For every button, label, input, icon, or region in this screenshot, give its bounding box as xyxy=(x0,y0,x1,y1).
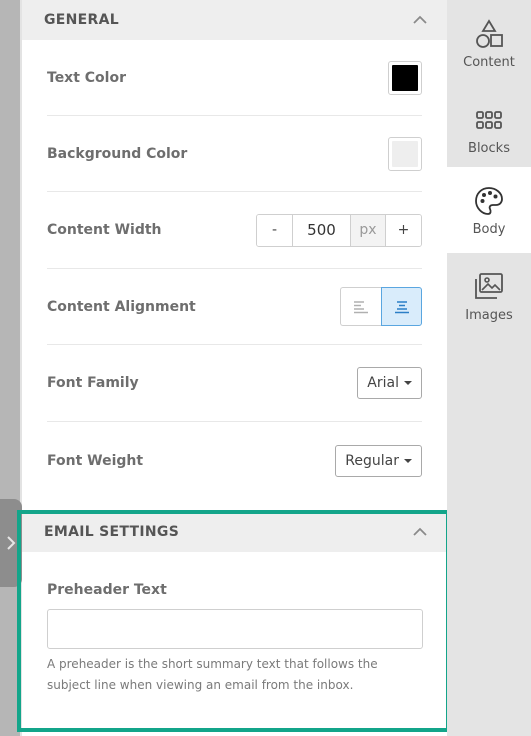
sidebar-item-label: Content xyxy=(463,54,515,70)
canvas-edge xyxy=(0,0,22,736)
content-width-unit: px xyxy=(351,214,386,246)
sidebar-item-body[interactable]: Body xyxy=(447,167,531,253)
preheader-text-label: Preheader Text xyxy=(47,582,167,598)
align-left-icon xyxy=(354,300,368,313)
content-width-stepper: - 500 px + xyxy=(256,213,422,247)
text-color-label: Text Color xyxy=(47,69,126,86)
general-section-header[interactable]: GENERAL xyxy=(22,0,447,40)
text-color-swatch[interactable] xyxy=(388,60,422,95)
general-section-title: GENERAL xyxy=(44,12,119,28)
chevron-up-icon[interactable] xyxy=(413,527,427,537)
font-weight-dropdown[interactable]: Regular xyxy=(335,444,422,477)
sidebar-item-label: Blocks xyxy=(468,140,510,156)
font-weight-label: Font Weight xyxy=(47,452,144,469)
chevron-up-icon[interactable] xyxy=(413,15,427,25)
align-center-icon xyxy=(394,300,409,313)
text-color-row: Text Color xyxy=(47,40,422,116)
font-family-label: Font Family xyxy=(47,375,139,391)
text-color-swatch-fill xyxy=(392,64,418,91)
sidebar-item-label: Body xyxy=(472,221,506,237)
sidebar-item-label: Images xyxy=(465,307,513,323)
settings-panel: GENERAL Text Color Background Color Cont… xyxy=(22,0,447,736)
preheader-help-text: A preheader is the short summary text th… xyxy=(47,657,378,692)
font-family-value: Arial xyxy=(367,375,399,391)
shapes-icon xyxy=(472,17,506,51)
font-family-dropdown[interactable]: Arial xyxy=(357,367,422,399)
align-left-button[interactable] xyxy=(340,287,381,326)
right-sidebar: Content Blocks Body Images xyxy=(447,0,531,736)
font-weight-value: Regular xyxy=(345,452,399,469)
background-color-row: Background Color xyxy=(47,116,422,192)
preheader-text-input[interactable] xyxy=(47,609,423,649)
email-settings-section-header[interactable]: EMAIL SETTINGS xyxy=(22,512,447,552)
content-width-row: Content Width - 500 px + xyxy=(47,192,422,269)
sidebar-item-content[interactable]: Content xyxy=(447,0,531,86)
font-family-row: Font Family Arial xyxy=(47,345,422,422)
caret-down-icon xyxy=(404,381,412,385)
chevron-right-icon xyxy=(7,536,16,550)
sidebar-item-images[interactable]: Images xyxy=(447,253,531,339)
content-width-decrement-button[interactable]: - xyxy=(257,214,292,246)
images-icon xyxy=(472,270,506,304)
background-color-label: Background Color xyxy=(47,145,188,162)
content-alignment-group xyxy=(340,287,422,326)
content-width-value[interactable]: 500 xyxy=(292,214,351,246)
collapse-panel-button[interactable] xyxy=(0,499,22,587)
palette-icon xyxy=(472,184,506,218)
content-width-increment-button[interactable]: + xyxy=(386,214,421,246)
font-weight-row: Font Weight Regular xyxy=(47,422,422,499)
email-settings-body: Preheader Text A preheader is the short … xyxy=(22,552,447,736)
content-alignment-row: Content Alignment xyxy=(47,269,422,345)
background-color-swatch[interactable] xyxy=(388,136,422,171)
sidebar-item-blocks[interactable]: Blocks xyxy=(447,86,531,172)
background-color-swatch-fill xyxy=(392,140,418,167)
caret-down-icon xyxy=(404,458,412,463)
email-settings-section-title: EMAIL SETTINGS xyxy=(44,524,180,540)
content-width-label: Content Width xyxy=(47,222,162,238)
content-alignment-label: Content Alignment xyxy=(47,298,196,315)
align-center-button[interactable] xyxy=(381,287,422,326)
grid-dots-icon xyxy=(472,103,506,137)
